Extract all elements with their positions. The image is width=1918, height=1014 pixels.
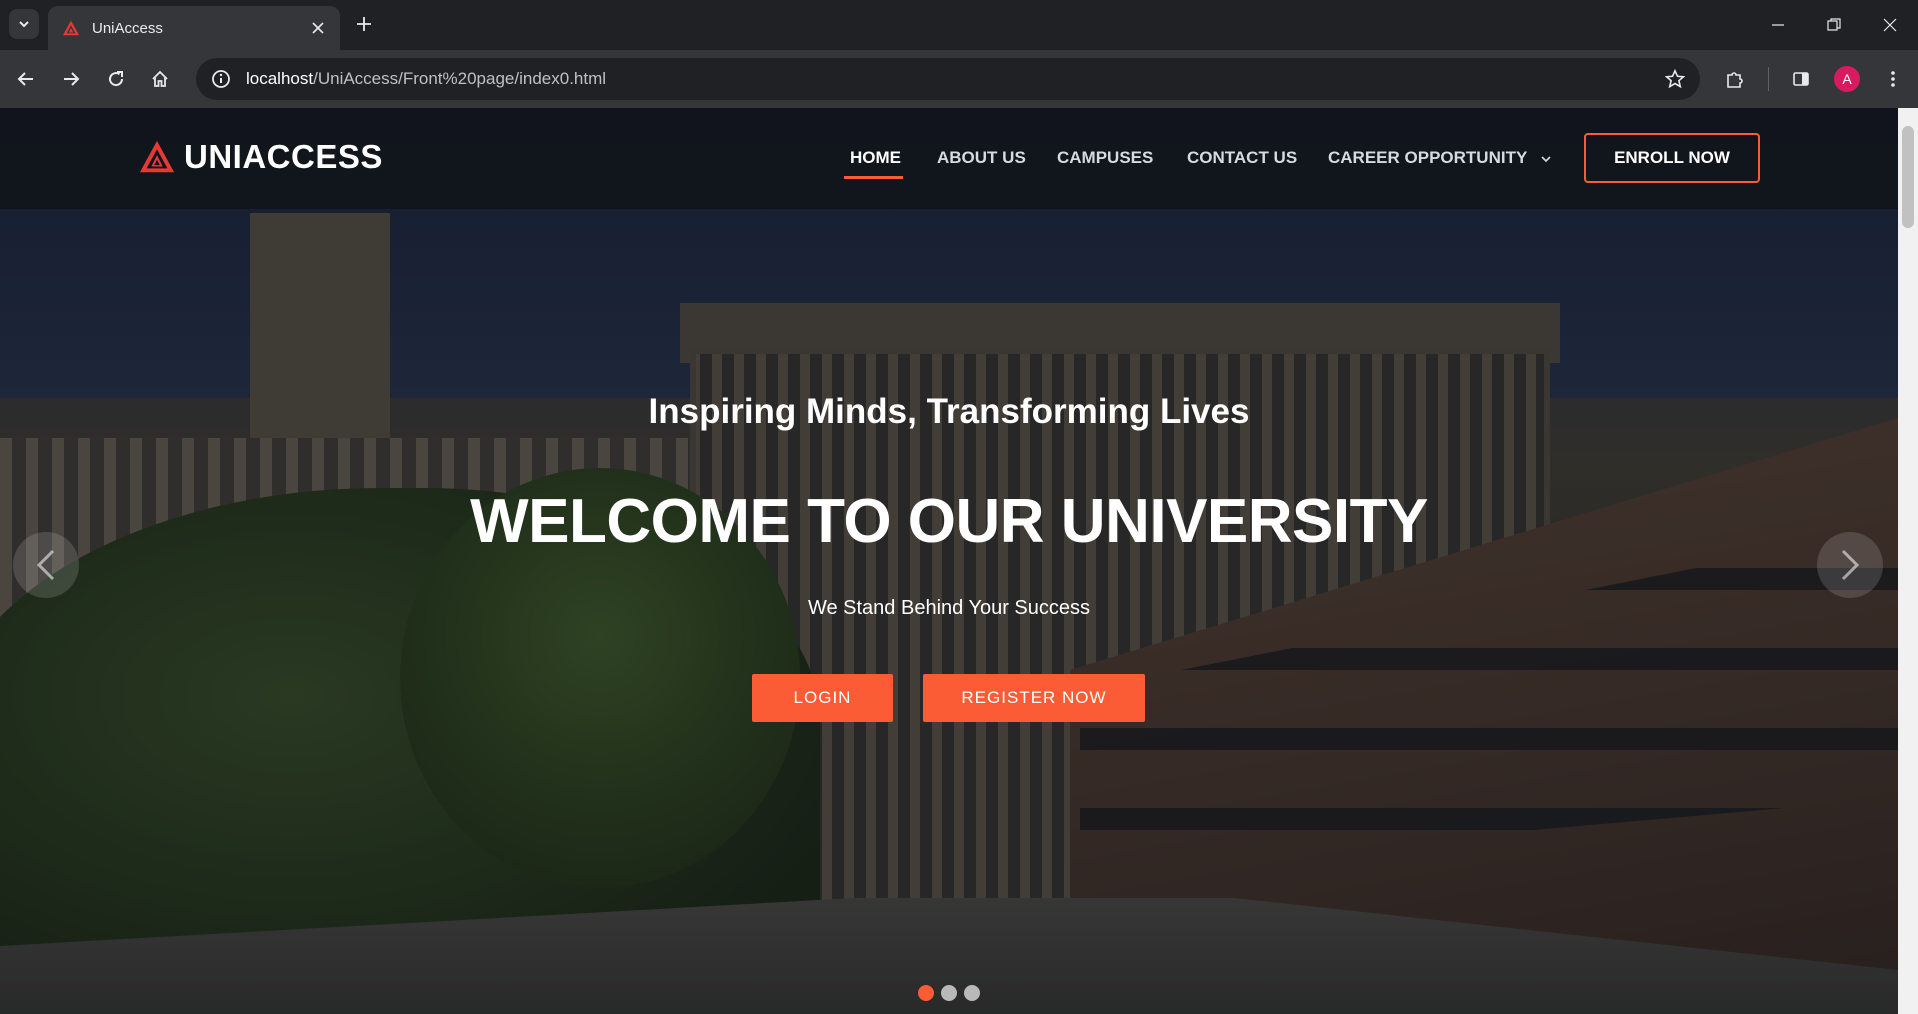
chevron-right-icon	[1841, 549, 1860, 581]
kebab-menu-icon[interactable]	[1876, 62, 1910, 96]
uniaccess-logo-icon	[139, 140, 175, 173]
bookmark-star-icon[interactable]	[1660, 64, 1690, 94]
address-bar[interactable]: localhost/UniAccess/Front%20page/index0.…	[196, 58, 1700, 100]
nav-career-label: CAREER OPPORTUNITY	[1328, 148, 1527, 167]
hero-dark-overlay	[0, 108, 1898, 1014]
nav-campuses[interactable]: CAMPUSES	[1057, 148, 1153, 168]
carousel-next-button[interactable]	[1817, 532, 1883, 598]
scrollbar-thumb[interactable]	[1902, 126, 1914, 228]
url-path: /UniAccess/Front%20page/index0.html	[313, 69, 607, 88]
brand-name: UNIACCESS	[184, 138, 383, 175]
chevron-down-icon	[19, 21, 29, 28]
nav-active-indicator	[844, 176, 903, 179]
hero-subtitle: Inspiring Minds, Transforming Lives	[648, 392, 1250, 431]
extensions-puzzle-icon[interactable]	[1718, 62, 1752, 96]
page-scrollbar[interactable]	[1898, 108, 1918, 1014]
enroll-now-button[interactable]: ENROLL NOW	[1584, 133, 1760, 183]
nav-contact-us[interactable]: CONTACT US	[1187, 148, 1297, 168]
site-info-icon[interactable]	[210, 68, 232, 90]
toolbar-divider	[1768, 67, 1769, 91]
browser-tab[interactable]: UniAccess	[48, 6, 340, 50]
close-window-icon[interactable]	[1862, 0, 1918, 50]
profile-avatar[interactable]: A	[1834, 66, 1860, 92]
nav-about-us[interactable]: ABOUT US	[937, 148, 1026, 168]
carousel-prev-button[interactable]	[13, 532, 79, 598]
hero-background-image	[0, 108, 1898, 1014]
forward-arrow-icon[interactable]	[54, 62, 88, 96]
nav-career-opportunity[interactable]: CAREER OPPORTUNITY	[1328, 148, 1552, 168]
browser-tabstrip: UniAccess	[0, 0, 1918, 50]
login-button[interactable]: LOGIN	[752, 674, 893, 722]
url-text[interactable]: localhost/UniAccess/Front%20page/index0.…	[246, 69, 1660, 89]
nav-home[interactable]: HOME	[850, 148, 901, 168]
browser-toolbar: localhost/UniAccess/Front%20page/index0.…	[0, 50, 1918, 108]
tab-search-button[interactable]	[9, 9, 39, 39]
carousel-dot-3[interactable]	[964, 985, 980, 1001]
restore-window-icon[interactable]	[1806, 0, 1862, 50]
back-arrow-icon[interactable]	[9, 62, 43, 96]
chevron-left-icon	[36, 549, 55, 581]
page-viewport: UNIACCESS HOME ABOUT US CAMPUSES CONTACT…	[0, 108, 1898, 1014]
hero-title: WELCOME TO OUR UNIVERSITY	[470, 487, 1428, 556]
chevron-down-icon	[1541, 155, 1551, 162]
minimize-window-icon[interactable]	[1750, 0, 1806, 50]
tab-close-icon[interactable]	[308, 18, 328, 38]
carousel-dot-2[interactable]	[941, 985, 957, 1001]
reload-icon[interactable]	[99, 62, 133, 96]
tab-title: UniAccess	[92, 19, 163, 37]
side-panel-icon[interactable]	[1784, 62, 1818, 96]
url-host: localhost	[246, 69, 314, 88]
site-navbar: UNIACCESS HOME ABOUT US CAMPUSES CONTACT…	[0, 108, 1898, 209]
hero-tagline: We Stand Behind Your Success	[807, 597, 1091, 619]
carousel-indicators	[918, 985, 987, 1001]
new-tab-plus-icon[interactable]	[350, 10, 378, 38]
brand-logo-link[interactable]: UNIACCESS	[138, 138, 383, 176]
uniaccess-favicon-icon	[62, 20, 80, 36]
carousel-dot-1[interactable]	[918, 985, 934, 1001]
home-icon[interactable]	[143, 62, 177, 96]
register-now-button[interactable]: REGISTER NOW	[923, 674, 1145, 722]
